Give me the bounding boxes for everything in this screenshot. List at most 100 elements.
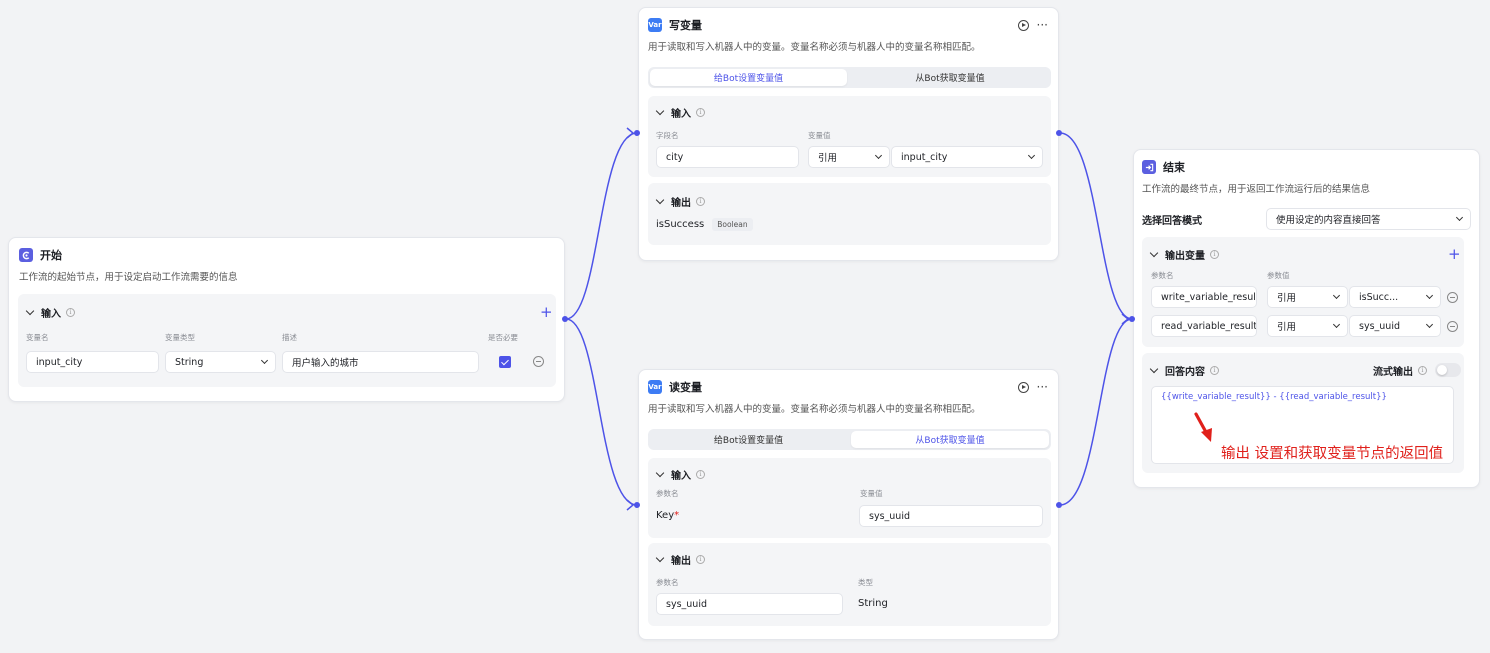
chevron-down-icon: [1425, 320, 1434, 329]
output-row-2-ref-text: sys_uuid: [1359, 320, 1400, 332]
end-output-section: 输出变量 i + 参数名 参数值 write_variable_result 引…: [1142, 237, 1464, 347]
read-output-section: 输出 i 参数名 类型 sys_uuid String: [648, 543, 1051, 626]
tab-get-variable[interactable]: 从Bot获取变量值: [851, 69, 1049, 86]
param-key-name: Key: [656, 510, 675, 521]
more-icon[interactable]: ···: [1037, 381, 1048, 393]
chevron-down-icon: [1149, 364, 1159, 373]
run-icon[interactable]: [1017, 19, 1029, 31]
value-ref-select[interactable]: input_city: [891, 146, 1043, 168]
end-node-description: 工作流的最终节点，用于返回工作流运行后的结果信息: [1142, 184, 1371, 195]
stream-output: 流式输出 i: [1373, 363, 1427, 378]
read-node-tabs: 给Bot设置变量值 从Bot获取变量值: [648, 429, 1051, 450]
add-output-icon[interactable]: +: [1448, 247, 1461, 262]
edge-start-to-write: [565, 132, 638, 320]
answer-mode-label: 选择回答模式: [1142, 216, 1202, 227]
output-param-label: 参数名: [656, 578, 679, 587]
variable-icon: Var: [648, 380, 662, 394]
write-variable-node[interactable]: Var 写变量 ··· 用于读取和写入机器人中的变量。变量名称必须与机器人中的变…: [638, 7, 1059, 261]
write-node-tabs: 给Bot设置变量值 从Bot获取变量值: [648, 67, 1051, 88]
read-node-description: 用于读取和写入机器人中的变量。变量名称必须与机器人中的变量名称相匹配。: [648, 404, 981, 415]
write-output-section: 输出 i isSuccess Boolean: [648, 183, 1051, 245]
remove-row-icon[interactable]: [533, 356, 544, 367]
answer-mode-select[interactable]: 使用设定的内容直接回答: [1266, 208, 1471, 230]
annotation-text: 输出 设置和获取变量节点的返回值: [1221, 446, 1444, 462]
variable-value-label: 变量值: [860, 489, 883, 498]
read-input-port[interactable]: [634, 502, 640, 508]
input-description-field[interactable]: 用户输入的城市: [282, 351, 479, 373]
info-icon: i: [696, 554, 705, 564]
start-input-header[interactable]: 输入 i: [25, 305, 75, 320]
start-output-port[interactable]: [562, 316, 568, 322]
value-mode-text: 引用: [818, 153, 838, 164]
variable-icon: Var: [648, 18, 662, 32]
tab-get-variable[interactable]: 从Bot获取变量值: [851, 431, 1049, 448]
write-output-port[interactable]: [1056, 130, 1062, 136]
info-icon: i: [1210, 365, 1219, 375]
info-icon: i: [696, 107, 705, 117]
annotation-arrow: [1194, 412, 1212, 442]
edge-write-to-end: [1059, 132, 1133, 320]
tab-set-variable[interactable]: 给Bot设置变量值: [650, 431, 847, 448]
output-row-1-ref[interactable]: isSucc...: [1349, 286, 1441, 308]
read-input-section: 输入 i 参数名 变量值 Key* sys_uuid: [648, 458, 1051, 538]
remove-row-icon[interactable]: [1447, 321, 1458, 332]
read-variable-node[interactable]: Var 读变量 ··· 用于读取和写入机器人中的变量。变量名称必须与机器人中的变…: [638, 369, 1059, 640]
input-name-field[interactable]: input_city: [26, 351, 159, 373]
chevron-down-icon: [655, 468, 665, 477]
workflow-canvas[interactable]: 开始 工作流的起始节点，用于设定启动工作流需要的信息 输入 i + 变量名 变量…: [0, 0, 1490, 653]
start-input-section: 输入 i + 变量名 变量类型 描述 是否必要 input_city Strin…: [18, 294, 556, 387]
output-type-label: 类型: [858, 578, 873, 587]
tab-set-variable[interactable]: 给Bot设置变量值: [650, 69, 847, 86]
info-icon: i: [696, 469, 705, 479]
arrowhead-read: [626, 499, 635, 511]
input-type-select[interactable]: String: [165, 351, 276, 373]
output-row-1-mode[interactable]: 引用: [1267, 286, 1348, 308]
output-type-badge: Boolean: [712, 218, 753, 231]
required-checkbox[interactable]: [499, 356, 511, 368]
write-node-description: 用于读取和写入机器人中的变量。变量名称必须与机器人中的变量名称相匹配。: [648, 42, 981, 53]
more-icon[interactable]: ···: [1037, 19, 1048, 31]
remove-row-icon[interactable]: [1447, 292, 1458, 303]
read-node-title: 读变量: [669, 381, 702, 394]
chevron-down-icon: [655, 106, 665, 115]
start-node[interactable]: 开始 工作流的起始节点，用于设定启动工作流需要的信息 输入 i + 变量名 变量…: [8, 237, 565, 402]
run-icon[interactable]: [1017, 381, 1029, 393]
write-input-section: 输入 i 字段名 变量值 city 引用 input_city: [648, 96, 1051, 177]
chevron-down-icon: [1149, 248, 1159, 257]
answer-content-header[interactable]: 回答内容 i: [1149, 363, 1219, 378]
end-icon: [1142, 160, 1156, 174]
write-output-header[interactable]: 输出 i: [655, 194, 705, 209]
start-node-title: 开始: [40, 249, 62, 262]
stream-output-toggle[interactable]: [1435, 363, 1461, 377]
output-row-1-name[interactable]: write_variable_result: [1151, 286, 1257, 308]
write-input-title: 输入: [671, 108, 691, 120]
end-input-port[interactable]: [1129, 316, 1135, 322]
write-input-header[interactable]: 输入 i: [655, 105, 705, 120]
read-output-port[interactable]: [1056, 502, 1062, 508]
write-input-port[interactable]: [634, 130, 640, 136]
start-icon: [19, 248, 33, 262]
col-label-type: 变量类型: [165, 333, 195, 342]
edge-read-to-end: [1059, 318, 1133, 506]
output-name-field[interactable]: sys_uuid: [656, 593, 843, 615]
chevron-down-icon: [655, 195, 665, 204]
info-icon: i: [66, 307, 75, 317]
param-name-label: 参数名: [656, 489, 679, 498]
add-input-icon[interactable]: +: [540, 305, 553, 320]
read-input-header[interactable]: 输入 i: [655, 467, 705, 482]
read-output-header[interactable]: 输出 i: [655, 552, 705, 567]
answer-mode-value: 使用设定的内容直接回答: [1276, 215, 1381, 226]
output-row-2-name[interactable]: read_variable_result: [1151, 315, 1257, 337]
output-row-2-mode[interactable]: 引用: [1267, 315, 1348, 337]
output-row-2-ref[interactable]: sys_uuid: [1349, 315, 1441, 337]
variable-value-input[interactable]: sys_uuid: [859, 505, 1043, 527]
field-name-input[interactable]: city: [656, 146, 799, 168]
end-output-header[interactable]: 输出变量 i: [1149, 247, 1219, 262]
value-mode-select[interactable]: 引用: [808, 146, 890, 168]
answer-content-title: 回答内容: [1165, 366, 1205, 378]
arrowhead-end: [1121, 313, 1130, 325]
end-output-title: 输出变量: [1165, 250, 1205, 262]
edge-start-to-read: [565, 318, 638, 506]
write-node-title: 写变量: [669, 19, 702, 32]
end-node[interactable]: 结束 工作流的最终节点，用于返回工作流运行后的结果信息 选择回答模式 使用设定的…: [1133, 149, 1480, 488]
